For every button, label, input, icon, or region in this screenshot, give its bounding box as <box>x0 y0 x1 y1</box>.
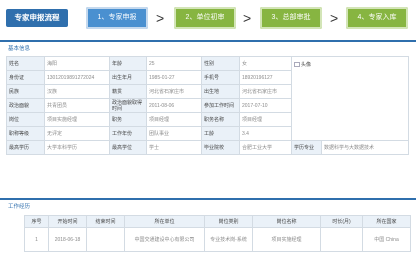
col-header-post-name: 岗位名称 <box>252 215 321 228</box>
cell-post-category: 专业技术岗-系统 <box>204 227 253 252</box>
work-history-heading: 工作经历 <box>8 204 31 210</box>
cell-country: 中国 China <box>362 227 411 252</box>
cell-start: 2018-06-18 <box>48 227 87 252</box>
work-history-table: 序号 开始时间 结束时间 所在单位 岗位类别 岗位名称 时长(月) 所在国家 1… <box>24 215 411 252</box>
value-political-status: 共青团员 <box>44 98 110 113</box>
label-title-level: 职称等级 <box>6 126 45 141</box>
value-major: 数据科学与大数据技术 <box>320 140 410 155</box>
value-duty: 项目经理 <box>146 112 202 127</box>
label-birth-date: 出生年月 <box>109 70 147 85</box>
value-name: 海阳 <box>44 56 110 71</box>
step-arrow: > <box>243 10 252 26</box>
step-expert-storage[interactable]: 4、专家入库 <box>346 7 408 29</box>
table-row: 1 2018-06-18 中国交通建设中心有限公司 专业技术岗-系统 项目实施经… <box>24 227 411 252</box>
label-major: 学历专业 <box>291 140 322 155</box>
col-header-index: 序号 <box>24 215 49 228</box>
image-icon <box>294 62 300 68</box>
avatar-alt: 头像 <box>301 62 312 68</box>
cell-duration <box>320 227 363 252</box>
label-degree: 最高学位 <box>109 140 147 155</box>
value-duty-name: 项目经理 <box>239 112 292 127</box>
label-work-start: 参加工作时间 <box>201 98 240 113</box>
label-school: 毕业院校 <box>201 140 240 155</box>
label-ethnicity: 民族 <box>6 84 45 99</box>
step-arrow: > <box>156 10 165 26</box>
value-seniority: 3.4 <box>239 126 292 141</box>
value-phone: 18920196127 <box>239 70 292 85</box>
page-title: 专家申报流程 <box>6 9 68 27</box>
col-header-start: 开始时间 <box>48 215 87 228</box>
col-header-end: 结束时间 <box>86 215 125 228</box>
label-id-card: 身份证 <box>6 70 45 85</box>
value-school: 合肥工业大学 <box>239 140 292 155</box>
step-expert-apply[interactable]: 1、专家申报 <box>86 7 148 29</box>
value-native-place: 河北省石家庄市 <box>146 84 202 99</box>
col-header-country: 所在国家 <box>362 215 411 228</box>
basic-info-heading: 基本信息 <box>8 46 31 52</box>
label-position: 岗位 <box>6 112 45 127</box>
value-political-date: 2011-08-06 <box>146 98 202 113</box>
section-divider <box>0 198 416 200</box>
section-divider <box>0 40 416 42</box>
step-hq-approval[interactable]: 3、总部审批 <box>260 7 322 29</box>
value-age: 25 <box>146 56 202 71</box>
label-education: 最高学历 <box>6 140 45 155</box>
step-unit-review[interactable]: 2、单位初审 <box>174 7 236 29</box>
label-duty-name: 职务名称 <box>201 112 240 127</box>
label-political-date: 政治面貌取得时间 <box>109 98 147 113</box>
avatar: 头像 <box>290 56 410 141</box>
value-education: 大学本科学历 <box>44 140 110 155</box>
label-phone: 手机号 <box>201 70 240 85</box>
label-duty: 职务 <box>109 112 147 127</box>
value-ethnicity: 汉族 <box>44 84 110 99</box>
col-header-unit: 所在单位 <box>124 215 205 228</box>
label-birthplace: 出生地 <box>201 84 240 99</box>
cell-end <box>86 227 125 252</box>
col-header-duration: 时长(月) <box>320 215 363 228</box>
col-header-post-category: 岗位类别 <box>204 215 253 228</box>
value-birthplace: 河北省石家庄市 <box>239 84 292 99</box>
label-seniority: 工龄 <box>201 126 240 141</box>
value-title-level: 无评定 <box>44 126 110 141</box>
label-age: 年龄 <box>109 56 147 71</box>
label-political-status: 政治面貌 <box>6 98 45 113</box>
value-gender: 女 <box>239 56 292 71</box>
value-birth-date: 1985-01-27 <box>146 70 202 85</box>
label-name: 姓名 <box>6 56 45 71</box>
label-native-place: 籍贯 <box>109 84 147 99</box>
step-arrow: > <box>330 10 339 26</box>
cell-post-name: 项目实施经理 <box>252 227 321 252</box>
value-work-start: 2017-07-10 <box>239 98 292 113</box>
label-gender: 性别 <box>201 56 240 71</box>
label-work-year: 工作年份 <box>109 126 147 141</box>
value-work-year: 团队事业 <box>146 126 202 141</box>
value-degree: 学士 <box>146 140 202 155</box>
value-position: 项目实施经理 <box>44 112 110 127</box>
cell-index: 1 <box>24 227 49 252</box>
value-id-card: 13012019891272024 <box>44 70 110 85</box>
cell-unit: 中国交通建设中心有限公司 <box>124 227 205 252</box>
basic-info-table: 姓名 海阳 年龄 25 性别 女 头像 身份证 1301201989127202… <box>6 56 410 155</box>
